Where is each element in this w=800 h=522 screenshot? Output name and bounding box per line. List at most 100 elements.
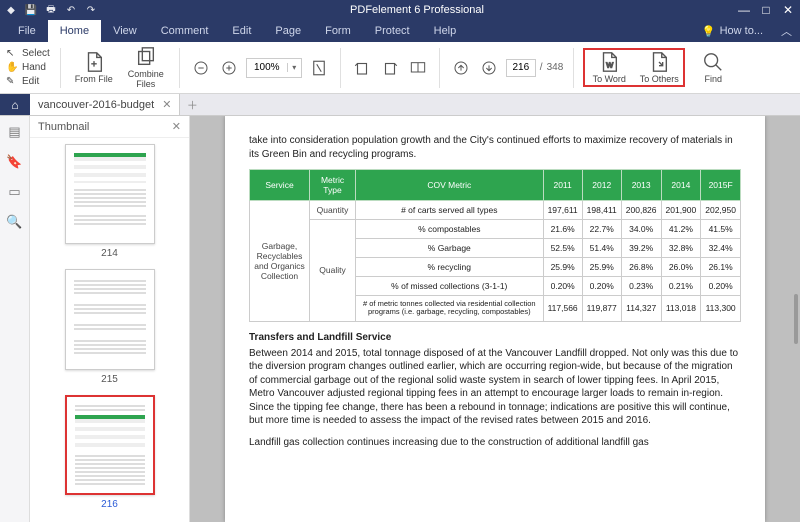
thumbnails-rail-icon[interactable]: ▤ — [8, 124, 20, 140]
th-2014: 2014 — [661, 170, 701, 201]
zoom-in-button[interactable] — [218, 57, 240, 79]
cell: 114,327 — [621, 296, 661, 322]
title-bar: ◆ 💾 🖶 ↶ ↷ PDFelement 6 Professional — □ … — [0, 0, 800, 20]
metrics-table: Service Metric Type COV Metric 2011 2012… — [249, 169, 741, 322]
from-file-button[interactable]: From File — [71, 51, 117, 85]
menu-view[interactable]: View — [101, 20, 149, 42]
to-others-button[interactable]: To Others — [636, 51, 682, 85]
prev-page-button[interactable] — [450, 57, 472, 79]
select-tool[interactable]: ↖Select — [6, 48, 50, 60]
close-tab-icon[interactable]: ✕ — [162, 98, 171, 111]
search-icon — [702, 51, 724, 73]
rotate-right-button[interactable] — [379, 57, 401, 79]
how-to-link[interactable]: 💡How to... — [692, 20, 773, 42]
cell: 52.5% — [543, 239, 582, 258]
cell: 25.9% — [543, 258, 582, 277]
selection-tools: ↖Select ✋Hand ✎Edit — [6, 48, 50, 88]
menu-help[interactable]: Help — [422, 20, 469, 42]
fit-page-button[interactable] — [308, 57, 330, 79]
edit-tool[interactable]: ✎Edit — [6, 76, 50, 88]
page-sep: / — [540, 62, 543, 73]
rotate-left-button[interactable] — [351, 57, 373, 79]
cell: 197,611 — [543, 201, 582, 220]
th-2011: 2011 — [543, 170, 582, 201]
cell: 39.2% — [621, 239, 661, 258]
menu-comment[interactable]: Comment — [149, 20, 221, 42]
files-stack-icon — [135, 46, 157, 68]
cell: 119,877 — [582, 296, 621, 322]
thumbnail-216[interactable] — [65, 395, 155, 495]
thumbnail-panel: Thumbnail ✕ 214 215 216 — [30, 116, 190, 522]
menu-file[interactable]: File — [6, 20, 48, 42]
page-indicator: / 348 — [506, 59, 563, 77]
search-rail-icon[interactable]: 🔍 — [6, 214, 22, 230]
export-file-icon — [648, 51, 670, 73]
add-tab-button[interactable]: ＋ — [180, 94, 204, 115]
metric: % of missed collections (3-1-1) — [356, 277, 544, 296]
cell: 51.4% — [582, 239, 621, 258]
metric-type: Quality — [310, 220, 356, 322]
to-word-button[interactable]: W To Word — [586, 51, 632, 85]
page-layout-button[interactable] — [407, 57, 429, 79]
menu-edit[interactable]: Edit — [220, 20, 263, 42]
cell: 26.1% — [701, 258, 741, 277]
menu-home[interactable]: Home — [48, 20, 101, 42]
close-thumbnail-panel[interactable]: ✕ — [172, 120, 181, 133]
th-service: Service — [250, 170, 310, 201]
zoom-out-button[interactable] — [190, 57, 212, 79]
cell: 200,826 — [621, 201, 661, 220]
home-tab-button[interactable]: ⌂ — [0, 94, 30, 115]
document-tabstrip: ⌂ vancouver-2016-budget ✕ ＋ — [0, 94, 800, 116]
cell: 26.0% — [661, 258, 701, 277]
collapse-ribbon-button[interactable]: ︿ — [773, 20, 800, 42]
thumbnail-label: 216 — [101, 499, 118, 510]
menu-page[interactable]: Page — [263, 20, 313, 42]
document-tab[interactable]: vancouver-2016-budget ✕ — [30, 94, 180, 115]
menu-protect[interactable]: Protect — [363, 20, 422, 42]
undo-icon[interactable]: ↶ — [64, 3, 78, 17]
pencil-icon: ✎ — [6, 76, 18, 88]
lightbulb-icon: 💡 — [702, 25, 716, 38]
scrollbar-thumb[interactable] — [794, 294, 798, 344]
window-controls: — □ ✕ — [736, 3, 796, 17]
redo-icon[interactable]: ↷ — [84, 3, 98, 17]
cell: 0.23% — [621, 277, 661, 296]
cell: 32.4% — [701, 239, 741, 258]
combine-files-button[interactable]: Combine Files — [123, 46, 169, 90]
bookmarks-rail-icon[interactable]: 🔖 — [6, 154, 22, 170]
save-icon[interactable]: 💾 — [24, 3, 38, 17]
footer-line: Landfill gas collection continues increa… — [249, 436, 741, 450]
file-plus-icon — [83, 51, 105, 73]
cursor-icon: ↖ — [6, 48, 18, 60]
menu-bar: File Home View Comment Edit Page Form Pr… — [0, 20, 800, 42]
quick-access-toolbar: ◆ 💾 🖶 ↶ ↷ — [4, 3, 98, 17]
document-view[interactable]: take into consideration population growt… — [190, 116, 800, 522]
menu-form[interactable]: Form — [313, 20, 363, 42]
cell: 0.21% — [661, 277, 701, 296]
svg-text:W: W — [607, 60, 614, 69]
thumbnail-215[interactable] — [65, 269, 155, 369]
attachments-rail-icon[interactable]: ▭ — [8, 184, 20, 200]
minimize-button[interactable]: — — [736, 3, 752, 17]
page-input[interactable] — [506, 59, 536, 77]
close-button[interactable]: ✕ — [780, 3, 796, 17]
cell: 41.5% — [701, 220, 741, 239]
chevron-down-icon[interactable]: ▾ — [287, 63, 301, 72]
document-tab-label: vancouver-2016-budget — [38, 99, 154, 111]
maximize-button[interactable]: □ — [758, 3, 774, 17]
cell: 202,950 — [701, 201, 741, 220]
print-icon[interactable]: 🖶 — [44, 3, 58, 17]
zoom-input[interactable] — [247, 62, 287, 73]
thumbnail-list[interactable]: 214 215 216 — [30, 138, 189, 522]
app-icon: ◆ — [4, 3, 18, 17]
word-file-icon: W — [598, 51, 620, 73]
find-button[interactable]: Find — [690, 51, 736, 85]
cell: 25.9% — [582, 258, 621, 277]
next-page-button[interactable] — [478, 57, 500, 79]
work-area: ▤ 🔖 ▭ 🔍 Thumbnail ✕ 214 215 — [0, 116, 800, 522]
thumbnail-214[interactable] — [65, 144, 155, 244]
metric: % compostables — [356, 220, 544, 239]
zoom-combo[interactable]: ▾ — [246, 58, 302, 78]
hand-tool[interactable]: ✋Hand — [6, 62, 50, 74]
th-2012: 2012 — [582, 170, 621, 201]
